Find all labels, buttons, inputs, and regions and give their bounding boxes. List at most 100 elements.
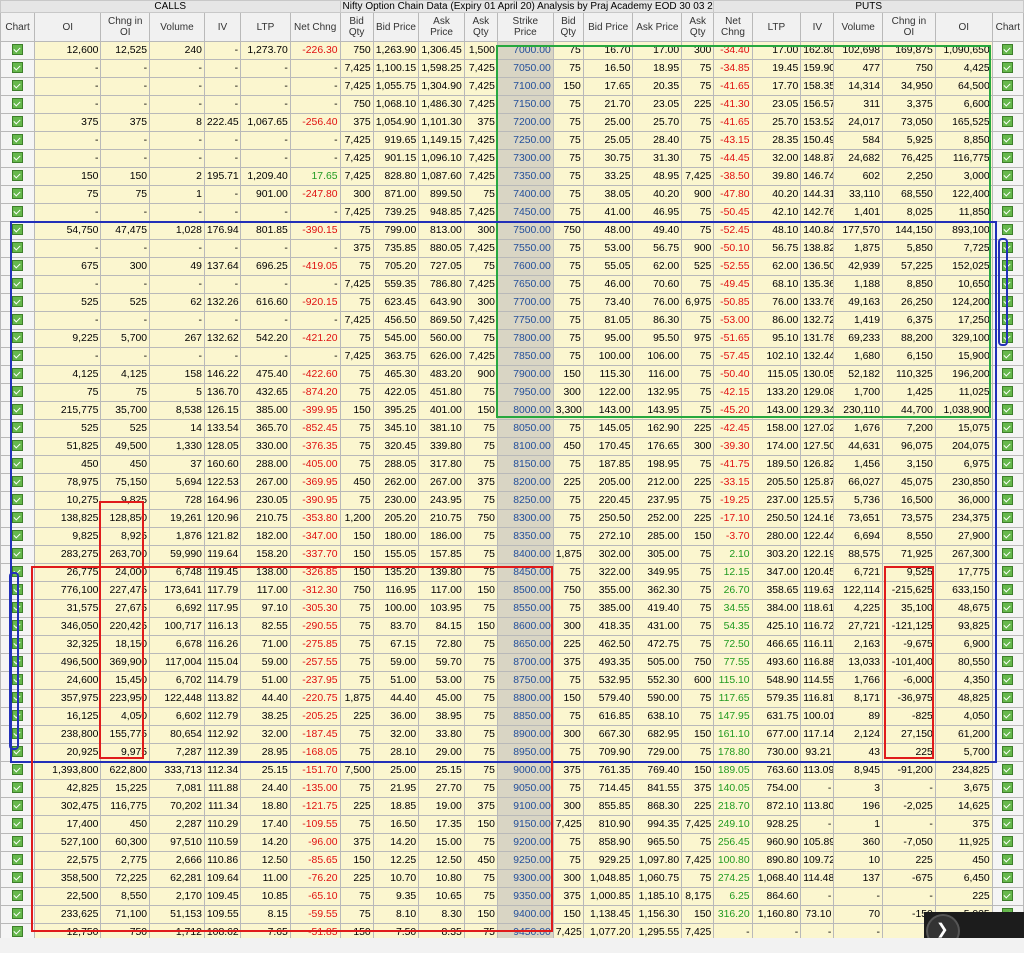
put-chart-cell[interactable] <box>991 599 1024 618</box>
call-chart-cell[interactable] <box>0 779 36 798</box>
call-chart-cell[interactable] <box>0 59 36 78</box>
chart-checkbox-icon[interactable] <box>1002 386 1014 398</box>
chart-checkbox-icon[interactable] <box>12 890 24 902</box>
put-chart-cell[interactable] <box>991 689 1024 708</box>
chart-checkbox-icon[interactable] <box>1002 350 1014 362</box>
chart-checkbox-icon[interactable] <box>12 134 24 146</box>
put-chart-cell[interactable] <box>991 509 1024 528</box>
chart-checkbox-icon[interactable] <box>12 206 24 218</box>
chart-checkbox-icon[interactable] <box>1002 512 1014 524</box>
put-chart-cell[interactable] <box>991 347 1024 366</box>
call-chart-cell[interactable] <box>0 239 36 258</box>
chart-checkbox-icon[interactable] <box>1002 260 1014 272</box>
put-chart-cell[interactable] <box>991 311 1024 330</box>
call-chart-cell[interactable] <box>0 221 36 240</box>
call-chart-cell[interactable] <box>0 401 36 420</box>
chart-checkbox-icon[interactable] <box>12 764 24 776</box>
chart-checkbox-icon[interactable] <box>12 494 24 506</box>
chart-checkbox-icon[interactable] <box>1002 98 1014 110</box>
chart-checkbox-icon[interactable] <box>12 656 24 668</box>
put-chart-cell[interactable] <box>991 779 1024 798</box>
call-chart-cell[interactable] <box>0 527 36 546</box>
put-chart-cell[interactable] <box>991 365 1024 384</box>
chart-checkbox-icon[interactable] <box>12 476 24 488</box>
put-chart-cell[interactable] <box>991 761 1024 780</box>
chart-checkbox-icon[interactable] <box>12 260 24 272</box>
chart-checkbox-icon[interactable] <box>12 674 24 686</box>
put-chart-cell[interactable] <box>991 401 1024 420</box>
chart-checkbox-icon[interactable] <box>1002 368 1014 380</box>
chart-checkbox-icon[interactable] <box>12 548 24 560</box>
put-chart-cell[interactable] <box>991 815 1024 834</box>
put-chart-cell[interactable] <box>991 59 1024 78</box>
chart-checkbox-icon[interactable] <box>1002 710 1014 722</box>
chart-checkbox-icon[interactable] <box>1002 476 1014 488</box>
chart-checkbox-icon[interactable] <box>12 224 24 236</box>
put-chart-cell[interactable] <box>991 491 1024 510</box>
call-chart-cell[interactable] <box>0 491 36 510</box>
call-chart-cell[interactable] <box>0 149 36 168</box>
chart-checkbox-icon[interactable] <box>12 782 24 794</box>
put-chart-cell[interactable] <box>991 113 1024 132</box>
call-chart-cell[interactable] <box>0 509 36 528</box>
put-chart-cell[interactable] <box>991 167 1024 186</box>
put-chart-cell[interactable] <box>991 239 1024 258</box>
put-chart-cell[interactable] <box>991 77 1024 96</box>
chart-checkbox-icon[interactable] <box>1002 80 1014 92</box>
chart-checkbox-icon[interactable] <box>12 872 24 884</box>
chart-checkbox-icon[interactable] <box>1002 746 1014 758</box>
chart-checkbox-icon[interactable] <box>12 368 24 380</box>
chart-checkbox-icon[interactable] <box>1002 458 1014 470</box>
put-chart-cell[interactable] <box>991 203 1024 222</box>
chart-checkbox-icon[interactable] <box>12 242 24 254</box>
chart-checkbox-icon[interactable] <box>12 152 24 164</box>
call-chart-cell[interactable] <box>0 617 36 636</box>
call-chart-cell[interactable] <box>0 671 36 690</box>
call-chart-cell[interactable] <box>0 185 36 204</box>
chart-checkbox-icon[interactable] <box>12 908 24 920</box>
chart-checkbox-icon[interactable] <box>12 170 24 182</box>
chart-checkbox-icon[interactable] <box>12 692 24 704</box>
call-chart-cell[interactable] <box>0 383 36 402</box>
chart-checkbox-icon[interactable] <box>1002 152 1014 164</box>
call-chart-cell[interactable] <box>0 311 36 330</box>
call-chart-cell[interactable] <box>0 473 36 492</box>
put-chart-cell[interactable] <box>991 725 1024 744</box>
chart-checkbox-icon[interactable] <box>1002 44 1014 56</box>
put-chart-cell[interactable] <box>991 653 1024 672</box>
chart-checkbox-icon[interactable] <box>12 62 24 74</box>
put-chart-cell[interactable] <box>991 419 1024 438</box>
chart-checkbox-icon[interactable] <box>12 638 24 650</box>
chart-checkbox-icon[interactable] <box>1002 836 1014 848</box>
put-chart-cell[interactable] <box>991 275 1024 294</box>
chart-checkbox-icon[interactable] <box>12 458 24 470</box>
chart-checkbox-icon[interactable] <box>1002 818 1014 830</box>
chart-checkbox-icon[interactable] <box>1002 548 1014 560</box>
chart-checkbox-icon[interactable] <box>1002 530 1014 542</box>
chart-checkbox-icon[interactable] <box>1002 62 1014 74</box>
chart-checkbox-icon[interactable] <box>1002 422 1014 434</box>
call-chart-cell[interactable] <box>0 455 36 474</box>
put-chart-cell[interactable] <box>991 131 1024 150</box>
put-chart-cell[interactable] <box>991 257 1024 276</box>
chart-checkbox-icon[interactable] <box>1002 566 1014 578</box>
chart-checkbox-icon[interactable] <box>12 836 24 848</box>
chart-checkbox-icon[interactable] <box>1002 314 1014 326</box>
put-chart-cell[interactable] <box>991 635 1024 654</box>
put-chart-cell[interactable] <box>991 329 1024 348</box>
call-chart-cell[interactable] <box>0 797 36 816</box>
put-chart-cell[interactable] <box>991 293 1024 312</box>
chart-checkbox-icon[interactable] <box>1002 656 1014 668</box>
call-chart-cell[interactable] <box>0 815 36 834</box>
chart-checkbox-icon[interactable] <box>12 314 24 326</box>
chart-checkbox-icon[interactable] <box>1002 278 1014 290</box>
chart-checkbox-icon[interactable] <box>12 116 24 128</box>
call-chart-cell[interactable] <box>0 725 36 744</box>
chart-checkbox-icon[interactable] <box>1002 242 1014 254</box>
chart-checkbox-icon[interactable] <box>1002 782 1014 794</box>
chart-checkbox-icon[interactable] <box>12 620 24 632</box>
call-chart-cell[interactable] <box>0 437 36 456</box>
call-chart-cell[interactable] <box>0 581 36 600</box>
chart-checkbox-icon[interactable] <box>12 188 24 200</box>
call-chart-cell[interactable] <box>0 563 36 582</box>
